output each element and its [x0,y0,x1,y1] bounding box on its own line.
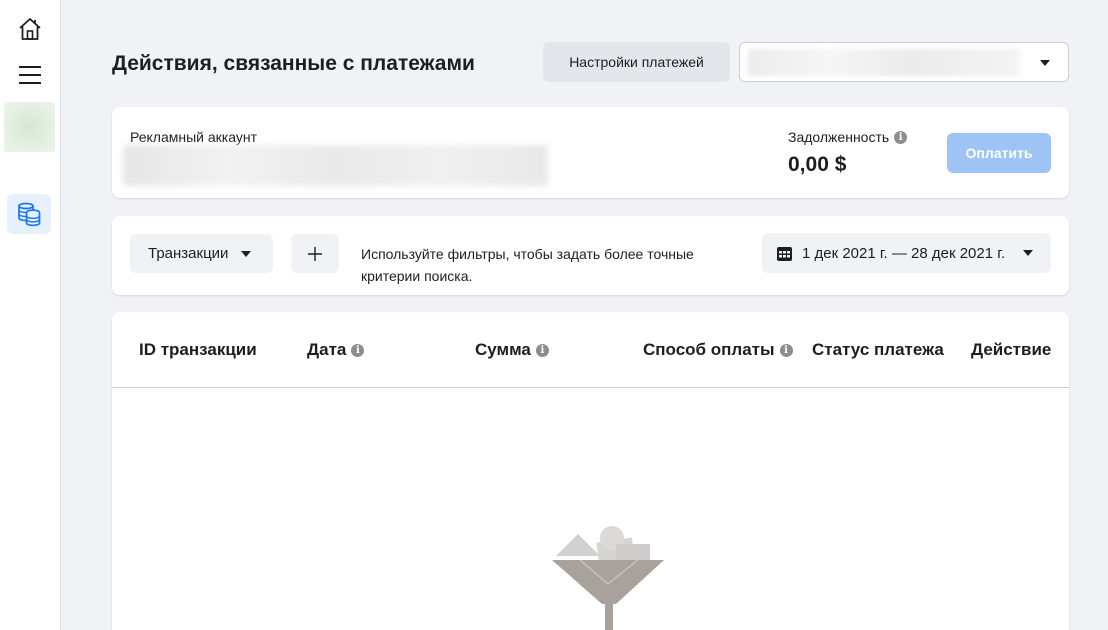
caret-down-icon [241,250,252,257]
debt-value: 0,00 $ [788,153,847,176]
caret-down-icon [1040,60,1050,66]
debt-label: Задолженность i [788,129,908,145]
payment-settings-button[interactable]: Настройки платежей [543,42,730,82]
info-icon[interactable]: i [535,343,549,357]
info-icon[interactable]: i [894,130,908,144]
info-icon[interactable]: i [351,343,365,357]
menu-icon [19,66,41,84]
date-range-select[interactable]: 1 дек 2021 г. — 28 дек 2021 г. [762,233,1051,273]
billing-icon [18,202,41,227]
ad-account-selector[interactable] [739,42,1069,82]
avatar[interactable] [4,102,55,152]
billing-nav-button[interactable] [7,194,51,234]
transaction-type-label: Транзакции [148,245,229,262]
caret-down-icon [1023,250,1034,256]
plus-icon [308,246,322,261]
empty-state-funnel-icon [552,526,664,630]
filters-card: Транзакции Используйте фильтры, чтобы за… [112,216,1069,295]
column-header-transaction-id[interactable]: ID транзакции [139,340,257,360]
home-icon [19,18,41,40]
column-header-action[interactable]: Действие [971,340,1051,360]
ad-account-label: Рекламный аккаунт [130,129,257,145]
info-icon[interactable]: i [779,343,793,357]
transaction-type-select[interactable]: Транзакции [130,234,273,273]
menu-button[interactable] [8,55,52,95]
debt-label-text: Задолженность [788,129,890,145]
home-button[interactable] [8,9,52,49]
pay-button[interactable]: Оплатить [947,133,1051,173]
filter-hint: Используйте фильтры, чтобы задать более … [361,246,694,284]
date-range-label: 1 дек 2021 г. — 28 дек 2021 г. [802,244,1006,262]
left-sidebar [0,0,61,630]
calendar-icon [777,246,792,261]
table-header: ID транзакции Дата i Сумма i Способ опла… [112,312,1069,388]
add-filter-button[interactable] [291,234,339,273]
page-title: Действия, связанные с платежами [112,52,475,75]
column-header-payment-status[interactable]: Статус платежа [812,340,944,360]
ad-account-selector-value [748,49,1020,76]
transactions-table: ID транзакции Дата i Сумма i Способ опла… [112,312,1069,630]
ad-account-name [123,145,548,186]
column-header-date[interactable]: Дата i [307,340,365,360]
ad-account-card: Рекламный аккаунт Задолженность i 0,00 $… [112,107,1069,198]
column-header-payment-method[interactable]: Способ оплаты i [643,340,793,360]
column-header-amount[interactable]: Сумма i [475,340,549,360]
